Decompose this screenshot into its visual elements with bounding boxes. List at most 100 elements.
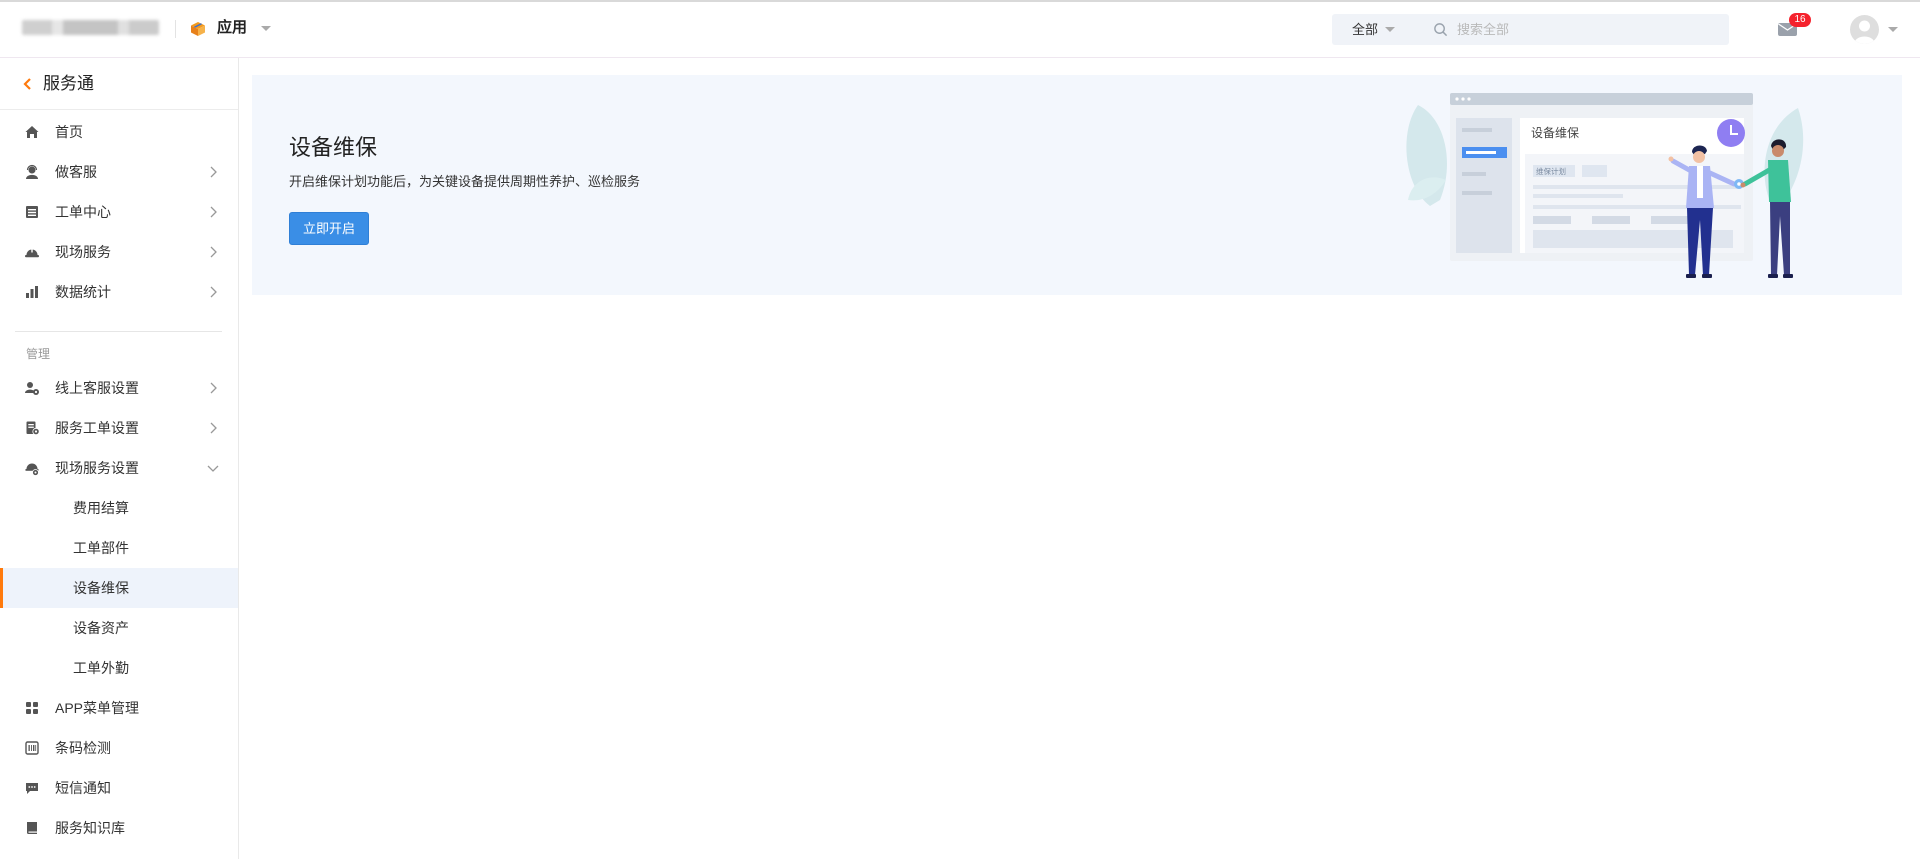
sidebar-item-label: 短信通知 (55, 780, 111, 796)
sidebar-subitem-label: 费用结算 (73, 500, 129, 516)
main-menu: 首页 做客服 工单中心 现场服务 数据统计 (0, 112, 238, 312)
mock-sidebar (1456, 118, 1512, 253)
tool-gear-center (1737, 182, 1741, 186)
feature-banner: 设备维保 开启维保计划功能后，为关键设备提供周期性养护、巡检服务 立即开启 设备… (252, 75, 1902, 295)
sidebar-item-knowledge-base[interactable]: 服务知识库 (0, 808, 238, 848)
sidebar-item-label: 现场服务设置 (55, 460, 139, 476)
mock-sidebar-line (1462, 128, 1492, 132)
sidebar-subitem-label: 设备资产 (73, 620, 129, 636)
person-right-shirt (1768, 160, 1791, 202)
avatar-icon (1854, 20, 1875, 44)
enable-now-button[interactable]: 立即开启 (289, 212, 369, 245)
person-right-shoe (1783, 274, 1793, 278)
settings-menu: 线上客服设置 服务工单设置 现场服务设置 费用结算 工单部件 设备维保 设备资产… (0, 368, 238, 848)
search-scope-caret-icon[interactable] (1385, 27, 1395, 32)
home-icon (25, 126, 39, 138)
barcode-icon (25, 741, 39, 755)
sidebar-item-barcode[interactable]: 条码检测 (0, 728, 238, 768)
window-top-edge (0, 0, 1920, 2)
grid-icon (26, 702, 38, 714)
sidebar-item-label: 服务知识库 (55, 820, 125, 836)
notification-badge: 16 (1789, 13, 1811, 27)
person-right-legs (1770, 202, 1790, 275)
book-icon (27, 822, 37, 834)
global-search[interactable]: 全部 搜索全部 (1332, 14, 1729, 45)
sidebar-subitem-label: 工单部件 (73, 540, 129, 556)
back-chevron-icon[interactable] (22, 77, 32, 91)
app-switcher-label[interactable]: 应用 (217, 18, 247, 38)
sidebar-item-field-service-settings[interactable]: 现场服务设置 (0, 448, 238, 488)
user-avatar[interactable] (1850, 15, 1879, 44)
mock-line (1533, 194, 1623, 198)
sidebar-item-label: 首页 (55, 124, 83, 140)
sidebar-subitem-equipment-assets[interactable]: 设备资产 (0, 608, 238, 648)
sidebar-item-work-order-settings[interactable]: 服务工单设置 (0, 408, 238, 448)
top-bar: 应用 全部 搜索全部 16 (0, 0, 1920, 58)
sidebar-item-field-service[interactable]: 现场服务 (0, 232, 238, 272)
sidebar-header[interactable]: 服务通 (0, 58, 238, 110)
search-input[interactable]: 搜索全部 (1457, 14, 1509, 45)
sidebar-item-label: 条码检测 (55, 740, 111, 756)
sidebar-divider-wrap (0, 312, 238, 344)
sidebar-item-home[interactable]: 首页 (0, 112, 238, 152)
sidebar-item-statistics[interactable]: 数据统计 (0, 272, 238, 312)
mock-sidebar-active-line (1466, 151, 1496, 154)
user-settings-icon (25, 382, 39, 395)
sidebar-subitem-cost-settlement[interactable]: 费用结算 (0, 488, 238, 528)
mock-panel-title: 设备维保 (1531, 126, 1579, 140)
search-icon (1434, 23, 1448, 37)
app-box-icon[interactable] (190, 21, 206, 37)
person-left-shoe (1702, 274, 1712, 278)
chevron-right-icon (210, 422, 217, 434)
chevron-right-icon (210, 206, 217, 218)
sidebar-item-customer-service[interactable]: 做客服 (0, 152, 238, 192)
list-icon (26, 206, 38, 218)
sidebar-item-label: 现场服务 (55, 244, 111, 260)
person-left-shirt (1697, 166, 1703, 198)
window-dot (1461, 97, 1465, 101)
file-settings-icon (26, 421, 40, 436)
sidebar-item-label: 线上客服设置 (55, 380, 139, 396)
sidebar-item-label: 服务工单设置 (55, 420, 139, 436)
window-titlebar (1450, 93, 1753, 105)
chevron-right-icon (210, 166, 217, 178)
user-menu-caret-icon[interactable] (1888, 27, 1898, 32)
sidebar-item-sms[interactable]: 短信通知 (0, 768, 238, 808)
sidebar-subitem-equipment-maintenance[interactable]: 设备维保 (0, 568, 238, 608)
mock-sidebar-line (1462, 191, 1492, 195)
sidebar-item-work-orders[interactable]: 工单中心 (0, 192, 238, 232)
app-switcher-caret-icon[interactable] (261, 26, 271, 31)
brand-logo[interactable] (22, 20, 159, 35)
banner-title: 设备维保 (289, 135, 378, 160)
sidebar-item-online-cs-settings[interactable]: 线上客服设置 (0, 368, 238, 408)
mock-bar (1533, 216, 1571, 224)
sidebar-divider (15, 331, 222, 332)
person-left-shoe (1686, 274, 1696, 278)
mock-bar (1592, 216, 1630, 224)
search-scope-select[interactable]: 全部 (1352, 14, 1378, 45)
sidebar-item-label: 工单中心 (55, 204, 111, 220)
mock-tag-text: 维保计划 (1536, 166, 1566, 176)
mock-box (1582, 165, 1607, 177)
window-dot (1455, 97, 1459, 101)
section-label-management: 管理 (26, 347, 51, 361)
sidebar-item-label: APP菜单管理 (55, 700, 140, 716)
sidebar-subitem-field-attendance[interactable]: 工单外勤 (0, 648, 238, 688)
person-right-shoe (1768, 274, 1778, 278)
person-left-hand (1668, 156, 1674, 162)
sidebar-item-app-menu[interactable]: APP菜单管理 (0, 688, 238, 728)
gear-icon (25, 463, 39, 476)
message-icon (26, 783, 38, 794)
helmet-icon (25, 248, 39, 258)
maintenance-illustration: 设备维保 维保计划 (1406, 93, 1804, 278)
person-right-head (1772, 145, 1784, 157)
banner-description: 开启维保计划功能后，为关键设备提供周期性养护、巡检服务 (289, 174, 641, 189)
chevron-right-icon (210, 286, 217, 298)
chevron-right-icon (210, 246, 217, 258)
sidebar-subitem-parts[interactable]: 工单部件 (0, 528, 238, 568)
bar-chart-icon (26, 286, 38, 298)
mock-bar (1651, 216, 1689, 224)
chevron-down-icon (207, 465, 219, 472)
window-dot (1467, 97, 1471, 101)
sidebar: 服务通 首页 做客服 工单中心 现场服务 数据统计 管理 线上客服设置 服务工单… (0, 58, 239, 859)
